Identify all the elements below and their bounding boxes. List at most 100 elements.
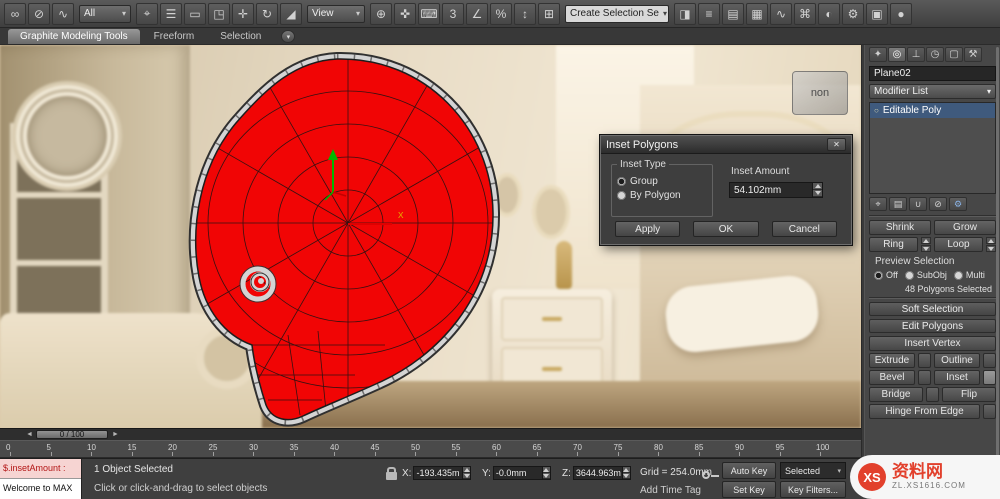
inset-settings-button[interactable] <box>983 370 996 385</box>
ring-button[interactable]: Ring <box>869 237 918 252</box>
object-name-field[interactable]: Plane02 <box>869 66 996 81</box>
radio-group[interactable]: Group <box>617 176 707 187</box>
modify-tab-icon[interactable]: ◎ <box>888 47 906 62</box>
make-unique-icon[interactable]: ∪ <box>909 197 927 211</box>
ok-button[interactable]: OK <box>693 221 759 237</box>
extrude-button[interactable]: Extrude <box>869 353 915 368</box>
selection-filter-dropdown[interactable]: All ▾ <box>79 4 131 23</box>
snaps-toggle-icon[interactable]: 3 <box>442 2 464 25</box>
percent-snap-icon[interactable]: % <box>490 2 512 25</box>
bridge-settings-button[interactable] <box>926 387 939 402</box>
auto-key-button[interactable]: Auto Key <box>722 462 776 479</box>
z-spinner[interactable] <box>621 467 630 479</box>
dialog-close-button[interactable]: ✕ <box>827 138 846 151</box>
select-and-move-icon[interactable]: ✛ <box>232 2 254 25</box>
radio-by-polygon[interactable]: By Polygon <box>617 190 707 201</box>
timeline-next-button[interactable]: ► <box>112 431 119 438</box>
align-icon[interactable]: ≡ <box>698 2 720 25</box>
rollout-edit-polygons[interactable]: Edit Polygons <box>869 319 996 333</box>
named-selection-sets-icon[interactable]: ⊞ <box>538 2 560 25</box>
bevel-button[interactable]: Bevel <box>869 370 915 385</box>
visibility-bulb-icon[interactable]: ○ <box>874 106 879 115</box>
inset-amount-field[interactable]: 54.102mm <box>729 182 823 198</box>
insert-vertex-button[interactable]: Insert Vertex <box>869 336 996 351</box>
select-object-icon[interactable]: ⌖ <box>136 2 158 25</box>
rectangular-selection-region-icon[interactable]: ▭ <box>184 2 206 25</box>
preview-multi-radio[interactable]: Multi <box>953 270 985 280</box>
flip-button[interactable]: Flip <box>942 387 996 402</box>
spinner-snap-icon[interactable]: ↕ <box>514 2 536 25</box>
cancel-button[interactable]: Cancel <box>771 221 837 237</box>
key-selection-dropdown[interactable]: Selected ▾ <box>780 462 846 479</box>
motion-tab-icon[interactable]: ◷ <box>926 47 944 62</box>
bind-to-space-warp-icon[interactable]: ∿ <box>52 2 74 25</box>
timeline-prev-button[interactable]: ◄ <box>26 431 33 438</box>
add-time-tag[interactable]: Add Time Tag <box>640 485 701 496</box>
remove-modifier-icon[interactable]: ⊘ <box>929 197 947 211</box>
rollout-soft-selection[interactable]: Soft Selection <box>869 302 996 316</box>
keyboard-shortcut-override-icon[interactable]: ⌨ <box>418 2 440 25</box>
select-and-manipulate-icon[interactable]: ✜ <box>394 2 416 25</box>
tab-freeform[interactable]: Freeform <box>142 29 207 44</box>
tab-selection[interactable]: Selection <box>208 29 273 44</box>
panel-scrollbar[interactable] <box>996 47 999 456</box>
schematic-view-icon[interactable]: ⌘ <box>794 2 816 25</box>
shrink-button[interactable]: Shrink <box>869 220 931 235</box>
use-pivot-point-icon[interactable]: ⊕ <box>370 2 392 25</box>
outline-settings-button[interactable] <box>983 353 996 368</box>
material-editor-icon[interactable]: ◐ <box>818 2 840 25</box>
set-key-button[interactable]: Set Key <box>722 481 776 498</box>
layer-manager-icon[interactable]: ▤ <box>722 2 744 25</box>
unlink-selection-icon[interactable]: ⊘ <box>28 2 50 25</box>
viewcube[interactable]: non <box>792 71 848 115</box>
viewport-canvas[interactable]: x non Inset Polygons ✕ Inset Type Group … <box>0 45 861 428</box>
key-filters-button[interactable]: Key Filters... <box>780 481 846 498</box>
x-coordinate-field[interactable]: -193.435m <box>413 466 472 480</box>
apply-button[interactable]: Apply <box>615 221 681 237</box>
extrude-settings-button[interactable] <box>918 353 931 368</box>
curve-editor-icon[interactable]: ∿ <box>770 2 792 25</box>
maxscript-mini-listener[interactable]: $.insetAmount : Welcome to MAX <box>0 459 82 499</box>
display-tab-icon[interactable]: ▢ <box>945 47 963 62</box>
selection-lock-icon[interactable] <box>386 467 397 480</box>
create-tab-icon[interactable]: ✦ <box>869 47 887 62</box>
hinge-settings-button[interactable] <box>983 404 996 419</box>
track-bar[interactable]: ◄ 0 / 100 ► <box>0 428 861 440</box>
set-keys-icon[interactable] <box>702 471 719 479</box>
angle-snap-icon[interactable]: ∠ <box>466 2 488 25</box>
hinge-from-edge-button[interactable]: Hinge From Edge <box>869 404 980 419</box>
select-by-name-icon[interactable]: ☰ <box>160 2 182 25</box>
bridge-button[interactable]: Bridge <box>869 387 923 402</box>
configure-modifier-sets-icon[interactable]: ⚙ <box>949 197 967 211</box>
ribbon-collapse-button[interactable]: ▾ <box>281 30 296 43</box>
tab-graphite-modeling-tools[interactable]: Graphite Modeling Tools <box>8 29 140 44</box>
loop-button[interactable]: Loop <box>934 237 983 252</box>
inset-button[interactable]: Inset <box>934 370 980 385</box>
rendered-frame-icon[interactable]: ▣ <box>866 2 888 25</box>
reference-coordinate-dropdown[interactable]: View ▾ <box>307 4 365 23</box>
select-and-scale-icon[interactable]: ◢ <box>280 2 302 25</box>
modifier-stack[interactable]: ○ Editable Poly <box>869 102 996 194</box>
pin-stack-icon[interactable]: ⌖ <box>869 197 887 211</box>
graphite-ribbon-toggle-icon[interactable]: ▦ <box>746 2 768 25</box>
stack-item-editable-poly[interactable]: ○ Editable Poly <box>870 103 995 118</box>
modifier-list-dropdown[interactable]: Modifier List ▾ <box>869 84 996 99</box>
select-and-rotate-icon[interactable]: ↻ <box>256 2 278 25</box>
time-slider-handle[interactable]: 0 / 100 <box>36 430 108 439</box>
z-coordinate-field[interactable]: 3644.963m <box>572 466 631 480</box>
select-and-link-icon[interactable]: ∞ <box>4 2 26 25</box>
bevel-settings-button[interactable] <box>918 370 931 385</box>
utilities-tab-icon[interactable]: ⚒ <box>964 47 982 62</box>
loop-spinner[interactable] <box>986 237 996 252</box>
preview-off-radio[interactable]: Off <box>874 270 898 280</box>
x-spinner[interactable] <box>462 467 471 479</box>
hierarchy-tab-icon[interactable]: ⊥ <box>907 47 925 62</box>
preview-subobj-radio[interactable]: SubObj <box>904 270 947 280</box>
show-end-result-icon[interactable]: ▤ <box>889 197 907 211</box>
named-selection-dropdown[interactable]: Create Selection Se ▾ <box>565 4 669 23</box>
mirror-icon[interactable]: ◨ <box>674 2 696 25</box>
timeline-ruler[interactable]: 0 5 10 15 20 25 30 35 40 45 50 55 60 65 70 75 80 85 90 95 10… <box>0 440 861 458</box>
outline-button[interactable]: Outline <box>934 353 980 368</box>
render-production-icon[interactable]: ● <box>890 2 912 25</box>
grow-button[interactable]: Grow <box>934 220 996 235</box>
